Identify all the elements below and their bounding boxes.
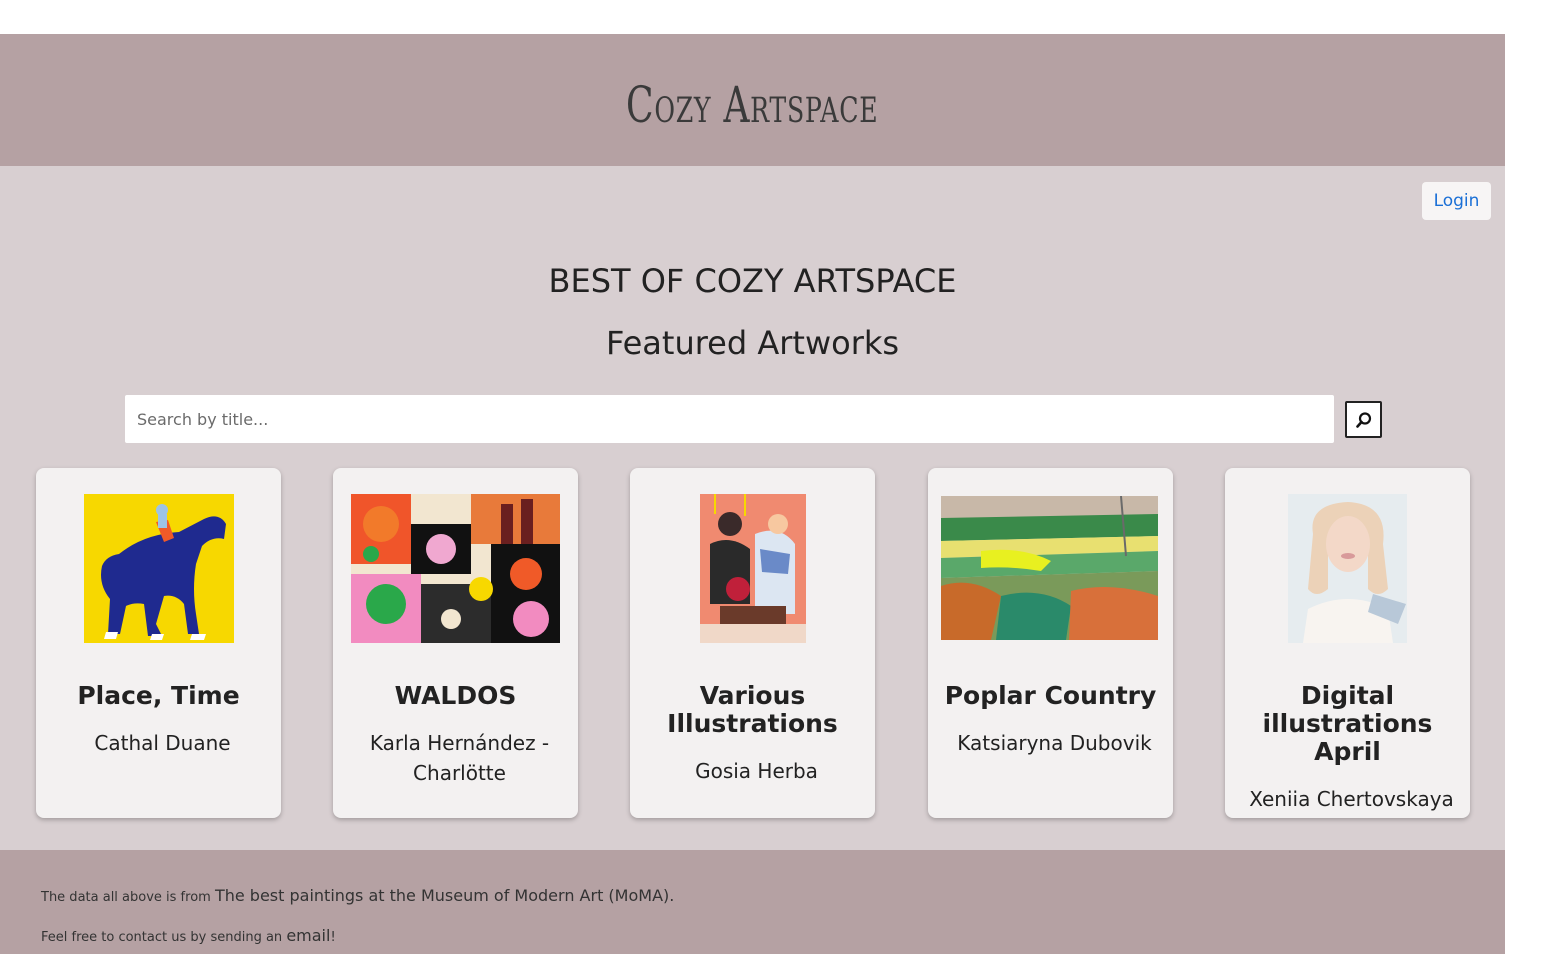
- artwork-artist: Xeniia Chertovskaya: [1249, 787, 1454, 811]
- artwork-card[interactable]: Various Illustrations Gosia Herba: [630, 468, 875, 818]
- footer-contact-suffix: !: [330, 930, 336, 945]
- artwork-title[interactable]: Digital illustrations April: [1235, 682, 1460, 766]
- site-footer: The data all above is from The best pain…: [0, 850, 1505, 954]
- search-button[interactable]: [1345, 401, 1382, 438]
- artwork-title[interactable]: Poplar Country: [938, 682, 1163, 710]
- artwork-artist: Gosia Herba: [695, 759, 818, 783]
- site-logo[interactable]: Cozy Artspace: [626, 76, 878, 134]
- artwork-card[interactable]: Digital illustrations April Xeniia Chert…: [1225, 468, 1470, 818]
- artwork-artist: Katsiaryna Dubovik: [957, 731, 1152, 755]
- artwork-title[interactable]: Place, Time: [46, 682, 271, 710]
- main-content: Login BEST OF COZY ARTSPACE Featured Art…: [0, 166, 1505, 850]
- page: Cozy Artspace Login BEST OF COZY ARTSPAC…: [0, 34, 1505, 954]
- artwork-artist: Karla Hernández - Charlötte: [369, 731, 550, 785]
- footer-source-text: The data all above is from: [41, 890, 211, 905]
- artwork-image[interactable]: [941, 496, 1158, 640]
- artwork-title[interactable]: Various Illustrations: [640, 682, 865, 738]
- artwork-image[interactable]: [351, 494, 560, 643]
- footer-contact-text: Feel free to contact us by sending an: [41, 930, 283, 945]
- artwork-card[interactable]: WALDOS Karla Hernández - Charlötte: [333, 468, 578, 818]
- search-input[interactable]: [125, 395, 1334, 443]
- artwork-title[interactable]: WALDOS: [343, 682, 568, 710]
- site-header: Cozy Artspace: [0, 34, 1505, 166]
- artwork-image[interactable]: [1288, 494, 1407, 643]
- section-title: Featured Artworks: [605, 324, 900, 362]
- artwork-artist: Cathal Duane: [94, 731, 231, 755]
- moma-link[interactable]: The best paintings at the Museum of Mode…: [215, 886, 674, 905]
- artwork-image[interactable]: [84, 494, 234, 643]
- artwork-card[interactable]: Poplar Country Katsiaryna Dubovik: [928, 468, 1173, 818]
- email-link[interactable]: email: [286, 926, 330, 945]
- page-title: BEST OF COZY ARTSPACE: [548, 262, 957, 300]
- footer-source-line: The data all above is from The best pain…: [41, 886, 674, 905]
- login-button[interactable]: Login: [1422, 182, 1491, 220]
- search-icon: [1355, 411, 1371, 428]
- artwork-image[interactable]: [700, 494, 806, 643]
- footer-contact-line: Feel free to contact us by sending an em…: [41, 926, 336, 945]
- artwork-card[interactable]: Place, Time Cathal Duane: [36, 468, 281, 818]
